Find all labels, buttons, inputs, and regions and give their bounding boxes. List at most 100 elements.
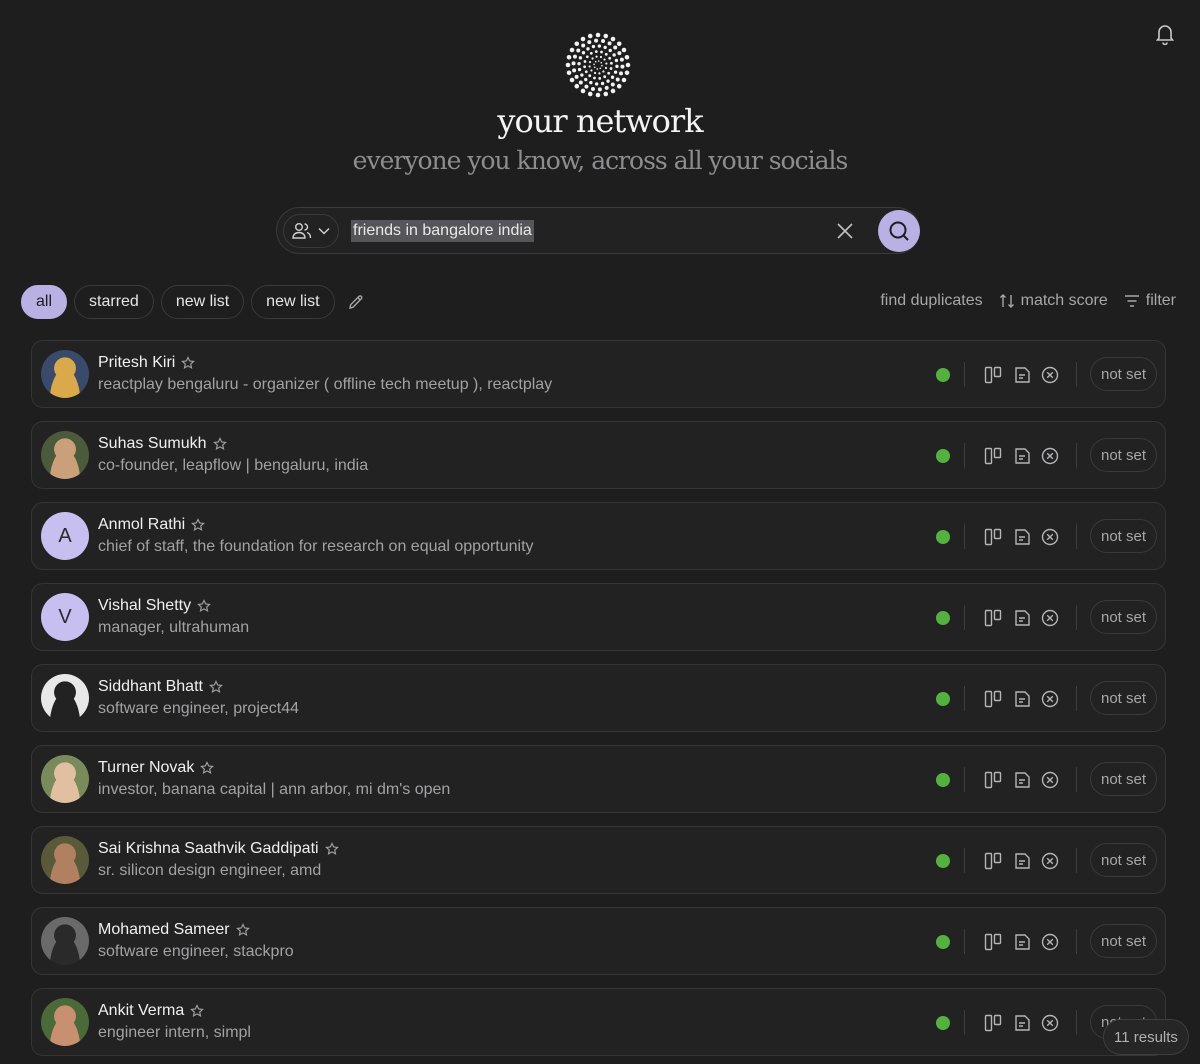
divider xyxy=(964,929,965,954)
avatar: V xyxy=(41,593,89,641)
divider xyxy=(964,443,965,468)
list-tools: find duplicates match score filter xyxy=(880,292,1176,310)
contact-row[interactable]: Ankit Vermaengineer intern, simplnot set xyxy=(31,988,1166,1056)
contact-name[interactable]: Vishal Shetty xyxy=(98,597,191,615)
online-status-dot xyxy=(936,368,950,382)
remove-icon[interactable] xyxy=(1040,608,1060,628)
avatar-photo xyxy=(41,674,89,722)
notifications-bell-icon[interactable] xyxy=(1154,22,1176,46)
remove-icon[interactable] xyxy=(1040,932,1060,952)
divider xyxy=(1076,443,1077,468)
kanban-icon[interactable] xyxy=(983,527,1003,547)
star-icon[interactable] xyxy=(324,842,339,856)
status-badge[interactable]: not set xyxy=(1090,681,1158,715)
star-icon[interactable] xyxy=(212,437,227,451)
divider xyxy=(964,1010,965,1035)
scope-selector[interactable] xyxy=(283,214,339,248)
contact-row[interactable]: Suhas Sumukh co-founder, leapflow | benga… xyxy=(31,421,1166,489)
contact-name[interactable]: Pritesh Kiri xyxy=(98,354,175,372)
contact-name-line: Pritesh Kiri xyxy=(98,354,196,372)
remove-icon[interactable] xyxy=(1040,446,1060,466)
contact-name[interactable]: Turner Novak xyxy=(98,759,194,777)
match-score-label: match score xyxy=(1020,292,1108,309)
notes-icon[interactable] xyxy=(1012,527,1032,547)
remove-icon[interactable] xyxy=(1040,770,1060,790)
contact-name[interactable]: Ankit Verma xyxy=(98,1002,184,1020)
notes-icon[interactable] xyxy=(1012,932,1032,952)
tab-new-list[interactable]: new list xyxy=(251,285,335,319)
notes-icon[interactable] xyxy=(1012,689,1032,709)
notes-icon[interactable] xyxy=(1012,851,1032,871)
tab-all[interactable]: all xyxy=(21,285,68,319)
contact-row[interactable]: Pritesh Kiri reactplay bengaluru - organi… xyxy=(31,340,1166,408)
notes-icon[interactable] xyxy=(1012,608,1032,628)
contact-row[interactable]: Sai Krishna Saathvik Gaddipati sr. silico… xyxy=(31,826,1166,894)
kanban-icon[interactable] xyxy=(983,1013,1003,1033)
online-status-dot xyxy=(936,692,950,706)
search-input[interactable]: friends in bangalore india xyxy=(351,220,534,242)
contact-list: Pritesh Kiri reactplay bengaluru - organi… xyxy=(31,340,1166,1064)
contact-description: co-founder, leapflow | bengaluru, india xyxy=(98,457,369,474)
page-subtitle: everyone you know, across all your socia… xyxy=(352,146,849,175)
kanban-icon[interactable] xyxy=(983,689,1003,709)
kanban-icon[interactable] xyxy=(983,446,1003,466)
sort-match-score-button[interactable]: match score xyxy=(999,292,1108,310)
notes-icon[interactable] xyxy=(1012,365,1032,385)
contact-row[interactable]: Siddhant Bhatt software engineer, project… xyxy=(31,664,1166,732)
contact-description: sr. silicon design engineer, amd xyxy=(98,862,322,879)
status-badge[interactable]: not set xyxy=(1090,924,1158,958)
remove-icon[interactable] xyxy=(1040,527,1060,547)
tab-starred[interactable]: starred xyxy=(74,285,154,319)
kanban-icon[interactable] xyxy=(983,770,1003,790)
notes-icon[interactable] xyxy=(1012,446,1032,466)
search-icon xyxy=(888,220,910,242)
star-icon[interactable] xyxy=(197,599,211,613)
contact-description: software engineer, stackpro xyxy=(98,943,294,960)
filter-label: filter xyxy=(1145,292,1176,309)
find-duplicates-button[interactable]: find duplicates xyxy=(880,292,982,310)
chevron-down-icon xyxy=(318,227,330,235)
star-icon[interactable] xyxy=(209,680,223,694)
status-badge[interactable]: not set xyxy=(1090,519,1158,553)
status-badge[interactable]: not set xyxy=(1090,600,1158,634)
star-icon[interactable] xyxy=(190,1004,205,1018)
kanban-icon[interactable] xyxy=(983,851,1003,871)
edit-lists-icon[interactable] xyxy=(348,292,368,312)
remove-icon[interactable] xyxy=(1040,851,1060,871)
contact-name[interactable]: Anmol Rathi xyxy=(98,516,185,534)
star-icon[interactable] xyxy=(181,356,196,370)
notes-icon[interactable] xyxy=(1012,1013,1032,1033)
kanban-icon[interactable] xyxy=(983,365,1003,385)
search-button[interactable] xyxy=(878,210,920,252)
online-status-dot xyxy=(936,1016,950,1030)
star-icon[interactable] xyxy=(191,518,206,532)
avatar-photo xyxy=(41,431,89,479)
kanban-icon[interactable] xyxy=(983,608,1003,628)
find-duplicates-label: find duplicates xyxy=(880,292,983,309)
star-icon[interactable] xyxy=(200,761,215,775)
notes-icon[interactable] xyxy=(1012,770,1032,790)
contact-row[interactable]: V Vishal Shetty manager, ultrahuman not set xyxy=(31,583,1166,651)
kanban-icon[interactable] xyxy=(983,932,1003,952)
remove-icon[interactable] xyxy=(1040,365,1060,385)
contact-row[interactable]: Turner Novak investor, banana capital | a… xyxy=(31,745,1166,813)
online-status-dot xyxy=(936,773,950,787)
contact-row[interactable]: Mohamed Sameer software engineer, stackpr… xyxy=(31,907,1166,975)
status-badge[interactable]: not set xyxy=(1090,438,1158,472)
contact-name[interactable]: Sai Krishna Saathvik Gaddipati xyxy=(98,840,319,858)
contact-name[interactable]: Siddhant Bhatt xyxy=(98,678,203,696)
status-badge[interactable]: not set xyxy=(1090,357,1158,391)
clear-search-icon[interactable] xyxy=(835,221,855,241)
online-status-dot xyxy=(936,854,950,868)
contact-name[interactable]: Suhas Sumukh xyxy=(98,435,207,453)
contact-row[interactable]: A Anmol Rathi chief of staff, the foundati… xyxy=(31,502,1166,570)
contact-name[interactable]: Mohamed Sameer xyxy=(98,921,230,939)
contact-description: chief of staff, the foundation for resea… xyxy=(98,538,534,555)
star-icon[interactable] xyxy=(235,923,250,937)
tab-new-list[interactable]: new list xyxy=(160,285,245,319)
status-badge[interactable]: not set xyxy=(1090,762,1158,796)
remove-icon[interactable] xyxy=(1040,1013,1060,1033)
remove-icon[interactable] xyxy=(1040,689,1060,709)
status-badge[interactable]: not set xyxy=(1090,843,1158,877)
filter-button[interactable]: filter xyxy=(1124,292,1176,310)
